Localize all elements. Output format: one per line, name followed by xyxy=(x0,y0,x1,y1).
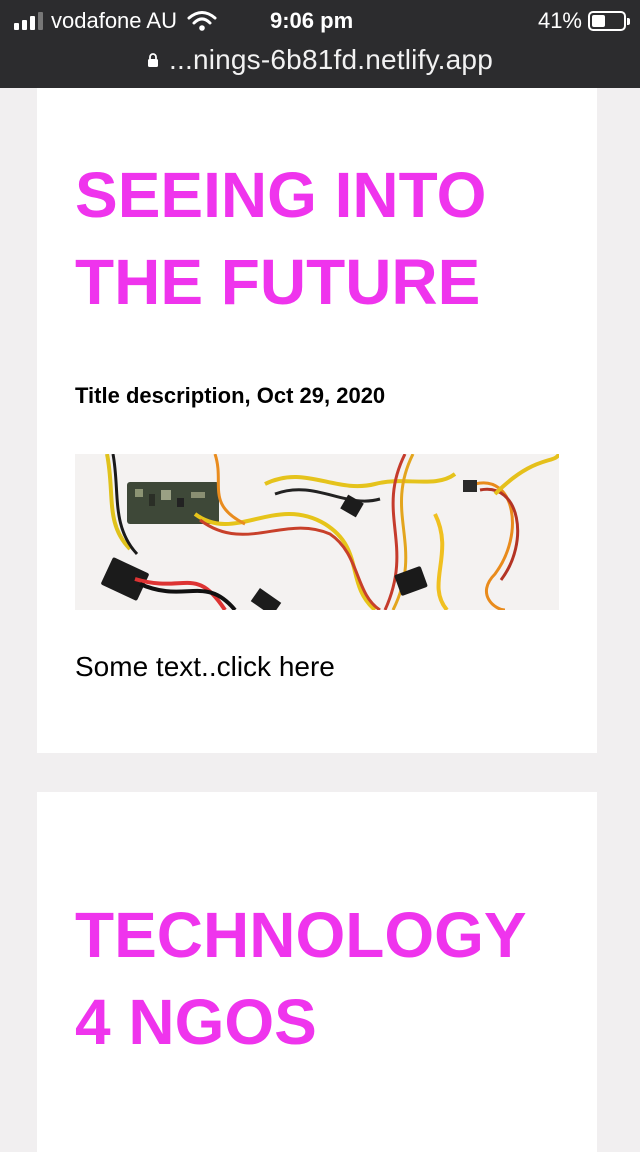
post-body-text[interactable]: Some text..click here xyxy=(75,651,335,683)
lock-icon xyxy=(148,53,158,67)
signal-icon xyxy=(14,12,43,30)
post-card: SEEING INTO THE FUTURE Title description… xyxy=(37,88,597,753)
post-card: TECHNOLOGY 4 NGOS xyxy=(37,792,597,1152)
post-title-line[interactable]: TECHNOLOGY xyxy=(75,899,527,971)
post-description: Title description, Oct 29, 2020 xyxy=(75,383,386,408)
post-title-line[interactable]: THE FUTURE xyxy=(75,246,480,318)
post-title-line[interactable]: SEEING INTO xyxy=(75,159,486,231)
url-text[interactable]: ...nings-6b81fd.netlify.app xyxy=(169,44,493,76)
status-left: vodafone AU xyxy=(14,7,217,35)
status-bar: vodafone AU 9:06 pm 41% ...nings-6b81fd.… xyxy=(0,0,640,88)
post-title[interactable]: SEEING INTO THE FUTURE xyxy=(75,152,486,326)
post-title-line[interactable]: 4 NGOS xyxy=(75,986,317,1058)
post-image xyxy=(75,454,559,610)
address-bar[interactable]: ...nings-6b81fd.netlify.app xyxy=(0,40,640,80)
carrier-name: vodafone AU xyxy=(51,8,177,33)
status-right: 41% xyxy=(537,7,630,35)
post-title[interactable]: TECHNOLOGY 4 NGOS xyxy=(75,892,527,1066)
battery-percent: 41% xyxy=(537,8,582,33)
status-time: 9:06 pm xyxy=(270,8,354,33)
wifi-icon xyxy=(187,11,217,31)
electronics-wires-image xyxy=(75,454,559,610)
battery-icon xyxy=(588,11,630,31)
